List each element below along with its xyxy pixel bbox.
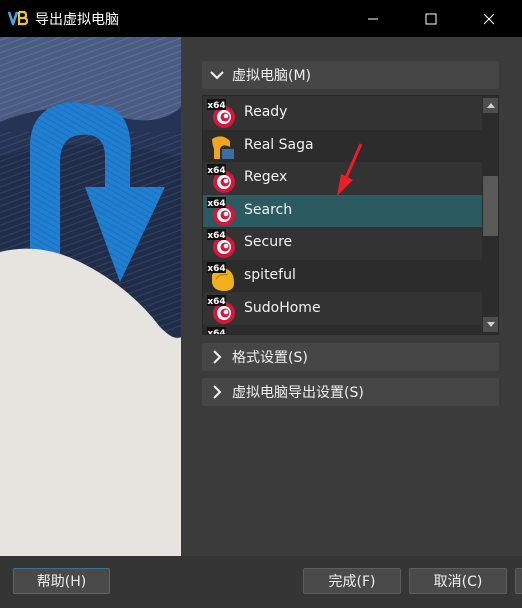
svg-text:x64: x64 bbox=[207, 297, 225, 307]
section-virtual-machines-label: 虚拟电脑(M) bbox=[232, 68, 312, 84]
debian-swirl-icon: x64 bbox=[207, 196, 235, 226]
virtualbox-logo-icon bbox=[7, 9, 29, 29]
debian-swirl-icon: x64 bbox=[207, 327, 226, 335]
vm-list-scrollbar[interactable] bbox=[482, 96, 498, 334]
debian-swirl-icon: x64 bbox=[207, 164, 235, 194]
vm-name: Real Saga bbox=[244, 136, 314, 153]
vm-list-item[interactable]: x64 Secure bbox=[203, 227, 482, 260]
svg-text:x64: x64 bbox=[207, 329, 225, 335]
vm-name: Search bbox=[244, 201, 293, 218]
minimize-icon bbox=[368, 18, 378, 19]
cancel-button[interactable]: 取消(C) bbox=[409, 568, 507, 594]
section-format-settings-label: 格式设置(S) bbox=[232, 350, 308, 366]
vm-list[interactable]: x64 Ready Real Saga x64 Regex x64 Search x64 Sec… bbox=[202, 95, 499, 335]
scroll-down-button[interactable] bbox=[483, 317, 498, 332]
vm-list-item-partial[interactable]: x64 bbox=[203, 325, 482, 335]
vm-name: Regex bbox=[244, 169, 288, 186]
vm-name: SudoHome bbox=[244, 299, 321, 316]
vm-name: spiteful bbox=[244, 267, 296, 283]
debian-swirl-icon: x64 bbox=[207, 229, 235, 259]
section-virtual-machines[interactable]: 虚拟电脑(M) bbox=[202, 61, 499, 89]
title-bar: 导出虚拟电脑 bbox=[0, 0, 522, 37]
section-export-settings[interactable]: 虚拟电脑导出设置(S) bbox=[202, 378, 499, 406]
minimize-button[interactable] bbox=[350, 0, 396, 37]
debian-swirl-icon: x64 bbox=[207, 294, 235, 324]
vm-list-item[interactable]: x64 spiteful bbox=[203, 260, 482, 292]
debian-swirl-icon: x64 bbox=[207, 99, 235, 128]
unknown-os-icon bbox=[212, 136, 234, 159]
svg-text:x64: x64 bbox=[207, 101, 225, 111]
maximize-icon bbox=[425, 13, 437, 24]
chevron-down-icon bbox=[202, 61, 232, 89]
vm-list-item[interactable]: x64 Ready bbox=[203, 97, 482, 129]
chevron-right-icon bbox=[202, 378, 232, 406]
section-export-settings-label: 虚拟电脑导出设置(S) bbox=[232, 385, 364, 401]
close-icon bbox=[483, 13, 495, 24]
maximize-button[interactable] bbox=[408, 0, 454, 37]
scroll-thumb[interactable] bbox=[483, 176, 498, 236]
scroll-up-button[interactable] bbox=[483, 98, 498, 113]
linux-tux-icon: x64 bbox=[207, 262, 234, 291]
close-button[interactable] bbox=[466, 0, 512, 37]
red-arrow-pointer-icon bbox=[337, 143, 363, 196]
overflow-button[interactable] bbox=[515, 568, 522, 594]
svg-text:x64: x64 bbox=[207, 231, 225, 241]
scroll-up-icon bbox=[486, 103, 495, 108]
help-button[interactable]: 帮助(H) bbox=[13, 568, 110, 594]
finish-button[interactable]: 完成(F) bbox=[303, 568, 401, 594]
wizard-banner-image bbox=[0, 37, 181, 556]
vm-name: Secure bbox=[244, 234, 293, 251]
vm-list-item[interactable]: x64 SudoHome bbox=[203, 292, 482, 325]
svg-text:x64: x64 bbox=[207, 264, 225, 274]
window-title: 导出虚拟电脑 bbox=[35, 12, 119, 28]
chevron-right-icon bbox=[202, 343, 232, 371]
vm-name: Ready bbox=[244, 104, 288, 120]
dialog-footer: 帮助(H) 完成(F) 取消(C) bbox=[0, 556, 522, 608]
svg-text:x64: x64 bbox=[207, 166, 225, 176]
scroll-down-icon bbox=[486, 322, 495, 327]
section-format-settings[interactable]: 格式设置(S) bbox=[202, 343, 499, 371]
svg-text:x64: x64 bbox=[207, 199, 225, 209]
